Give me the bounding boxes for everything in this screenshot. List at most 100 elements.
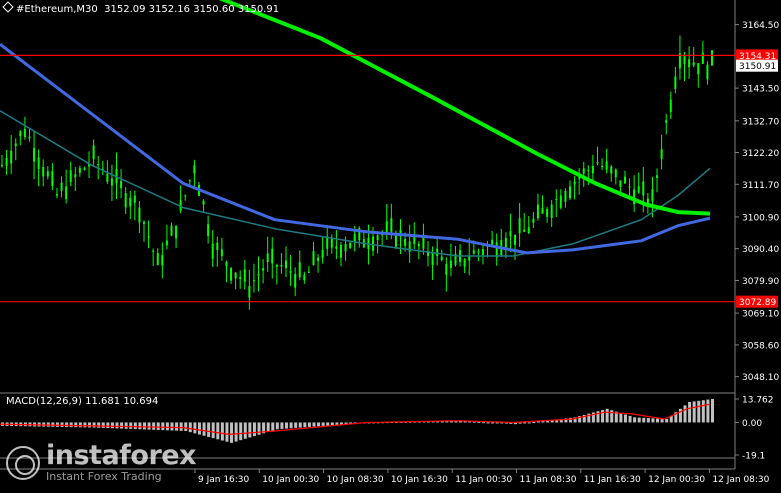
candle-body xyxy=(555,199,558,201)
macd-bar xyxy=(170,422,174,431)
price-tick-label: 3048.10 xyxy=(742,373,779,383)
time-tick-label: 12 Jan 00:30 xyxy=(648,475,705,485)
macd-bar xyxy=(307,422,311,427)
price-tick-label: 3100.90 xyxy=(742,213,779,223)
candle-body xyxy=(463,258,466,267)
macd-bar xyxy=(637,417,641,423)
candle-body xyxy=(312,251,315,266)
candle-body xyxy=(303,274,306,281)
candle-body xyxy=(573,181,576,185)
candle-body xyxy=(147,236,150,238)
candle-body xyxy=(518,218,521,234)
watermark-tagline: Instant Forex Trading xyxy=(46,470,162,483)
macd-bar xyxy=(83,422,87,428)
macd-bar xyxy=(536,421,540,423)
time-tick-label: 10 Jan 08:30 xyxy=(327,475,384,485)
macd-bar xyxy=(161,422,165,431)
candle-body xyxy=(120,180,123,189)
macd-bar xyxy=(335,422,339,425)
candle-body xyxy=(610,166,613,174)
macd-bar xyxy=(165,422,169,431)
candle-body xyxy=(230,268,233,281)
candle-body xyxy=(243,269,246,282)
macd-bar xyxy=(120,422,124,429)
price-tick-label: 3132.70 xyxy=(742,117,779,127)
candle-body xyxy=(184,195,187,197)
macd-bar xyxy=(156,422,160,430)
candle-body xyxy=(161,255,164,266)
chart-canvas[interactable]: 3154.313150.913072.89 3164.503143.503132… xyxy=(0,0,781,489)
macd-bar xyxy=(683,405,687,423)
candle-body xyxy=(175,225,178,239)
candle-body xyxy=(449,260,452,269)
candle-body xyxy=(339,245,342,258)
macd-label: MACD(12,26,9) xyxy=(6,396,82,407)
macd-bar xyxy=(275,422,279,430)
ma-fast-line xyxy=(0,43,711,255)
macd-bar xyxy=(326,422,330,426)
candle-body xyxy=(601,165,604,167)
candle-body xyxy=(266,253,269,263)
macd-bar xyxy=(646,418,650,423)
candle-body xyxy=(317,257,320,261)
candle-body xyxy=(124,193,127,208)
candle-body xyxy=(294,274,297,288)
macd-bar xyxy=(711,399,714,423)
macd-bar xyxy=(69,422,73,428)
candle-body xyxy=(674,76,677,89)
macd-bar xyxy=(486,422,490,424)
candle-body xyxy=(193,165,196,174)
candle-body xyxy=(628,186,631,188)
macd-bar xyxy=(628,415,632,423)
candle-body xyxy=(683,56,686,64)
macd-tick-label: -19.1 xyxy=(742,452,765,462)
chart-frame[interactable]: 3154.31 3150.91 3072.89 3164.50 3143.50 3132… xyxy=(0,0,781,489)
candle-body xyxy=(138,207,141,223)
candle-body xyxy=(596,162,599,164)
candle-body xyxy=(390,218,393,232)
candle-body xyxy=(651,189,654,202)
candle-body xyxy=(706,64,709,80)
macd-bar xyxy=(184,422,188,431)
candle-body xyxy=(298,262,301,278)
price-tick-label: 3122.20 xyxy=(742,149,779,159)
candle-body xyxy=(92,145,95,160)
candle-body xyxy=(477,251,480,253)
macd-bar xyxy=(481,422,485,424)
macd-bar xyxy=(285,422,288,429)
candle-body xyxy=(385,221,388,233)
candle-body xyxy=(372,236,375,251)
time-tick-label: 10 Jan 00:30 xyxy=(262,475,319,485)
candle-body xyxy=(211,243,214,259)
macd-bar xyxy=(523,422,527,424)
candle-body xyxy=(619,180,622,187)
candle-body xyxy=(376,235,379,241)
candle-body xyxy=(541,208,544,214)
macd-bar xyxy=(289,422,293,429)
candle-body xyxy=(495,242,498,258)
macd-bar xyxy=(78,422,82,428)
candle-body xyxy=(207,224,210,237)
candle-body xyxy=(129,197,132,207)
price-tick-label: 3164.50 xyxy=(742,21,779,31)
macd-bar xyxy=(642,417,646,423)
candle-body xyxy=(65,186,68,200)
chart-header: #Ethereum,M30 3152.09 3152.16 3150.60 31… xyxy=(2,1,279,15)
time-tick-label: 11 Jan 00:30 xyxy=(455,475,512,485)
candle-body xyxy=(660,149,663,160)
candle-body xyxy=(536,204,539,219)
candle-body xyxy=(582,168,585,174)
macd-bar xyxy=(106,422,110,429)
candle-body xyxy=(623,176,626,184)
macd-bar xyxy=(321,422,325,426)
macd-bar xyxy=(197,422,201,435)
candle-body xyxy=(669,99,672,113)
watermark: instaforex Instant Forex Trading xyxy=(6,442,197,483)
macd-bar xyxy=(491,422,495,424)
candle-body xyxy=(349,242,352,248)
macd-bar xyxy=(298,422,302,428)
candle-body xyxy=(394,234,397,247)
macd-bar xyxy=(477,421,481,423)
time-tick-label: 11 Jan 08:30 xyxy=(520,475,577,485)
macd-bar xyxy=(317,422,321,427)
